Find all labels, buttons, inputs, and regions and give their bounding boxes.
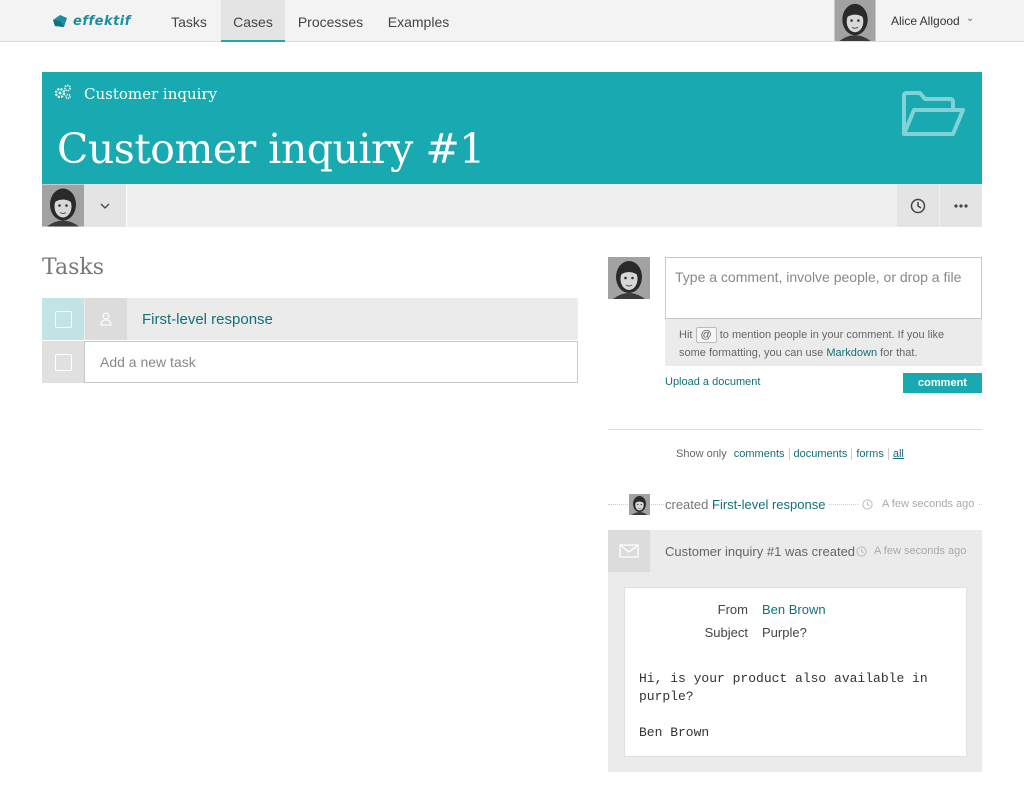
activity-item: created First-level response A few secon… bbox=[608, 494, 982, 516]
section-divider bbox=[608, 429, 982, 430]
actor-avatar bbox=[629, 494, 650, 515]
checkbox-box bbox=[54, 310, 72, 328]
checkbox-box bbox=[54, 353, 72, 371]
nav-tab-processes[interactable]: Processes bbox=[289, 0, 372, 42]
open-folder-icon bbox=[902, 91, 965, 136]
activity-text: created First-level response bbox=[665, 497, 830, 512]
task-name[interactable]: First-level response bbox=[142, 311, 273, 328]
case-header: Customer inquiry Customer inquiry #1 bbox=[42, 72, 982, 184]
activity-time: A few seconds ago bbox=[856, 545, 966, 557]
new-task-checkbox bbox=[42, 341, 84, 383]
chevron-down-icon[interactable]: ⌄ bbox=[966, 13, 974, 24]
gears-icon bbox=[54, 84, 71, 100]
task-checkbox[interactable] bbox=[42, 298, 84, 340]
filter-documents[interactable]: documents bbox=[790, 448, 853, 460]
logo-wordmark: effektif bbox=[73, 13, 131, 29]
comment-input[interactable] bbox=[666, 258, 981, 318]
task-row[interactable]: First-level response bbox=[42, 298, 578, 340]
commenter-avatar bbox=[608, 257, 650, 299]
email-icon-box bbox=[608, 530, 650, 572]
email-subject-value: Purple? bbox=[762, 625, 807, 640]
toolbar-divider bbox=[126, 184, 127, 227]
email-card: From Ben Brown Subject Purple? Hi, is yo… bbox=[624, 587, 967, 757]
hint-text-end: for that. bbox=[880, 347, 918, 359]
filter-forms[interactable]: forms bbox=[852, 448, 889, 460]
activity-time: A few seconds ago bbox=[858, 498, 979, 510]
filter-all[interactable]: all bbox=[889, 448, 908, 460]
history-button[interactable] bbox=[897, 184, 939, 227]
email-from-label: From bbox=[717, 602, 748, 617]
top-navigation-bar: effektif Tasks Cases Processes Examples … bbox=[0, 0, 1024, 42]
nav-tab-tasks[interactable]: Tasks bbox=[159, 0, 219, 42]
markdown-link[interactable]: Markdown bbox=[826, 347, 877, 359]
activity-task-link[interactable]: First-level response bbox=[712, 497, 825, 512]
hint-text-start: Hit bbox=[679, 329, 693, 341]
email-from-value[interactable]: Ben Brown bbox=[762, 602, 826, 617]
email-subject-label: Subject bbox=[704, 625, 748, 640]
task-assignee-button[interactable] bbox=[85, 298, 127, 340]
logo-mark-icon bbox=[53, 15, 67, 27]
upload-document-link[interactable]: Upload a document bbox=[665, 376, 760, 388]
mention-key: @ bbox=[695, 327, 717, 343]
nav-tab-examples[interactable]: Examples bbox=[380, 0, 457, 42]
activity-text: Customer inquiry #1 was created bbox=[665, 544, 856, 559]
activity-action: created bbox=[665, 497, 709, 512]
assignee-dropdown-button[interactable] bbox=[84, 184, 126, 227]
activity-filters: Show only comments documents forms all bbox=[676, 448, 908, 460]
case-title[interactable]: Customer inquiry #1 bbox=[57, 125, 485, 173]
effektif-logo[interactable]: effektif bbox=[51, 12, 131, 30]
comment-submit-button[interactable]: comment bbox=[903, 373, 982, 393]
filter-comments[interactable]: comments bbox=[730, 448, 790, 460]
comment-box bbox=[665, 257, 982, 319]
filter-label: Show only bbox=[676, 448, 727, 460]
activity-time-text: A few seconds ago bbox=[874, 545, 967, 557]
clock-icon bbox=[856, 545, 867, 557]
chevron-down-icon bbox=[100, 203, 110, 209]
activity-time-text: A few seconds ago bbox=[882, 498, 975, 510]
new-task-row bbox=[42, 341, 578, 383]
more-options-button[interactable] bbox=[940, 184, 982, 227]
activity-item-email: Customer inquiry #1 was created A few se… bbox=[608, 530, 982, 772]
tasks-heading: Tasks bbox=[42, 255, 104, 280]
person-icon bbox=[100, 312, 112, 326]
nav-tab-cases[interactable]: Cases bbox=[221, 0, 285, 42]
case-assignee-avatar[interactable] bbox=[42, 184, 84, 227]
clock-icon bbox=[910, 198, 926, 213]
clock-icon bbox=[862, 498, 873, 510]
comment-hint: Hit @ to mention people in your comment.… bbox=[665, 319, 982, 366]
user-avatar[interactable] bbox=[834, 0, 876, 41]
email-body: Hi, is your product also available in pu… bbox=[639, 671, 928, 740]
case-toolbar bbox=[42, 184, 982, 227]
user-name[interactable]: Alice Allgood bbox=[891, 14, 960, 28]
envelope-icon bbox=[619, 544, 639, 558]
more-dots-icon bbox=[954, 203, 968, 208]
process-name-link[interactable]: Customer inquiry bbox=[84, 85, 217, 103]
new-task-input[interactable] bbox=[84, 341, 578, 383]
